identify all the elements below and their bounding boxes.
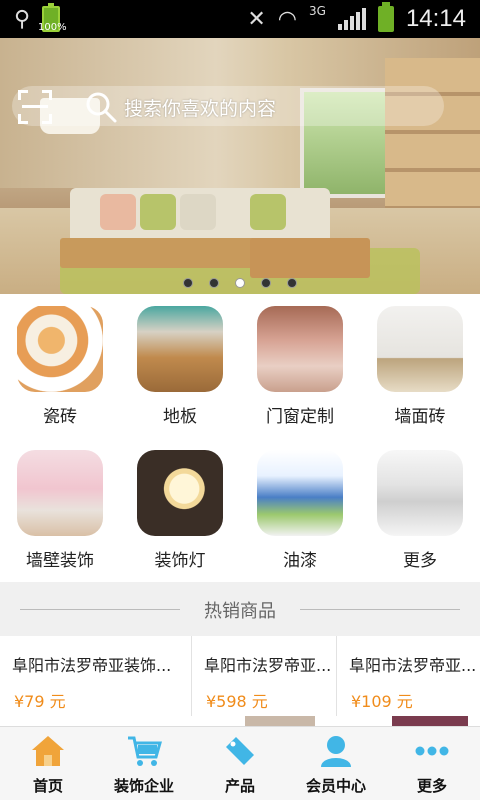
user-icon bbox=[321, 736, 351, 767]
usb-icon: ⚲ bbox=[14, 6, 31, 32]
carousel-dot[interactable] bbox=[209, 278, 219, 288]
nav-enterprise[interactable]: 装饰企业 bbox=[96, 727, 192, 800]
carousel-dot[interactable] bbox=[287, 278, 297, 288]
signal-icon bbox=[337, 8, 366, 30]
product-name: 阜阳市法罗帝亚装饰... bbox=[12, 656, 172, 675]
category-floor[interactable]: 地板 bbox=[120, 294, 240, 438]
hot-section-title: 热销商品 bbox=[204, 601, 276, 622]
banner-pillow bbox=[100, 194, 136, 230]
divider bbox=[300, 609, 460, 610]
status-time: 14:14 bbox=[405, 5, 466, 32]
product-price: ¥109 元 bbox=[351, 692, 413, 711]
banner-pillow bbox=[180, 194, 216, 230]
carousel-dot[interactable] bbox=[261, 278, 271, 288]
product-card[interactable]: 阜阳市法罗帝亚装饰... ¥79 元 bbox=[0, 636, 192, 726]
battery-icon bbox=[377, 2, 394, 32]
nav-label: 更多 bbox=[416, 777, 447, 795]
cart-icon bbox=[128, 736, 162, 766]
nav-member[interactable]: 会员中心 bbox=[288, 727, 384, 800]
mute-icon: ✕ bbox=[247, 6, 266, 32]
product-name: 阜阳市法罗帝亚... bbox=[349, 656, 477, 675]
product-card[interactable]: 阜阳市法罗帝亚... ¥109 元 bbox=[337, 636, 480, 726]
category-wall-tile[interactable]: 墙面砖 bbox=[360, 294, 480, 438]
category-thumb bbox=[17, 306, 103, 392]
nav-label: 会员中心 bbox=[305, 777, 366, 795]
product-price: ¥598 元 bbox=[206, 692, 268, 711]
status-bar: ⚲ 100% ✕ ◠ 3G 14:14 bbox=[0, 0, 480, 38]
banner-pillow bbox=[250, 194, 286, 230]
category-label: 墙壁装饰 bbox=[26, 551, 94, 571]
nav-label: 产品 bbox=[224, 777, 255, 795]
category-label: 油漆 bbox=[283, 551, 317, 571]
network-type: 3G bbox=[309, 4, 326, 18]
nav-label: 装饰企业 bbox=[113, 777, 174, 795]
category-paint[interactable]: 油漆 bbox=[240, 438, 360, 582]
category-thumb bbox=[137, 450, 223, 536]
category-thumb bbox=[377, 450, 463, 536]
battery-small-percent: 100% bbox=[38, 22, 67, 33]
category-more[interactable]: 更多 bbox=[360, 438, 480, 582]
category-label: 更多 bbox=[403, 551, 437, 571]
product-card[interactable]: 阜阳市法罗帝亚... ¥598 元 bbox=[192, 636, 337, 726]
nav-label: 首页 bbox=[32, 777, 63, 795]
nav-products[interactable]: 产品 bbox=[192, 727, 288, 800]
product-list: 阜阳市法罗帝亚装饰... ¥79 元 阜阳市法罗帝亚... ¥598 元 阜阳市… bbox=[0, 636, 480, 726]
category-door-window[interactable]: 门窗定制 bbox=[240, 294, 360, 438]
bottom-nav: 首页 装饰企业 产品 会员中心 更多 bbox=[0, 726, 480, 800]
category-thumb bbox=[17, 450, 103, 536]
nav-home[interactable]: 首页 bbox=[0, 727, 96, 800]
category-wall-decor[interactable]: 墙壁装饰 bbox=[0, 438, 120, 582]
scan-icon[interactable] bbox=[18, 90, 52, 124]
home-icon bbox=[32, 736, 64, 766]
category-thumb bbox=[137, 306, 223, 392]
sale-tag-icon bbox=[226, 737, 254, 765]
category-label: 瓷砖 bbox=[43, 407, 77, 427]
category-ceramic[interactable]: 瓷砖 bbox=[0, 294, 120, 438]
category-grid: 瓷砖 地板 门窗定制 墙面砖 墙壁装饰 装饰灯 油漆 更多 bbox=[0, 294, 480, 582]
search-icon[interactable] bbox=[84, 90, 118, 124]
category-thumb bbox=[377, 306, 463, 392]
category-label: 地板 bbox=[163, 407, 197, 427]
category-label: 装饰灯 bbox=[154, 551, 206, 571]
more-dots-icon bbox=[415, 746, 449, 756]
nav-more[interactable]: 更多 bbox=[384, 727, 480, 800]
product-name: 阜阳市法罗帝亚... bbox=[204, 656, 332, 675]
carousel-dot-active[interactable] bbox=[235, 278, 245, 288]
carousel-dot[interactable] bbox=[183, 278, 193, 288]
product-price: ¥79 元 bbox=[14, 692, 66, 711]
hot-section-header: 热销商品 bbox=[0, 582, 480, 636]
banner-table bbox=[250, 238, 370, 278]
banner-carousel[interactable] bbox=[0, 38, 480, 294]
category-label: 墙面砖 bbox=[394, 407, 446, 427]
category-lamp[interactable]: 装饰灯 bbox=[120, 438, 240, 582]
banner-pillow bbox=[140, 194, 176, 230]
wifi-icon: ◠ bbox=[277, 6, 297, 32]
category-thumb bbox=[257, 306, 343, 392]
search-placeholder[interactable]: 搜索你喜欢的内容 bbox=[124, 94, 276, 121]
carousel-indicator bbox=[0, 278, 480, 292]
category-thumb bbox=[257, 450, 343, 536]
category-label: 门窗定制 bbox=[266, 407, 334, 427]
